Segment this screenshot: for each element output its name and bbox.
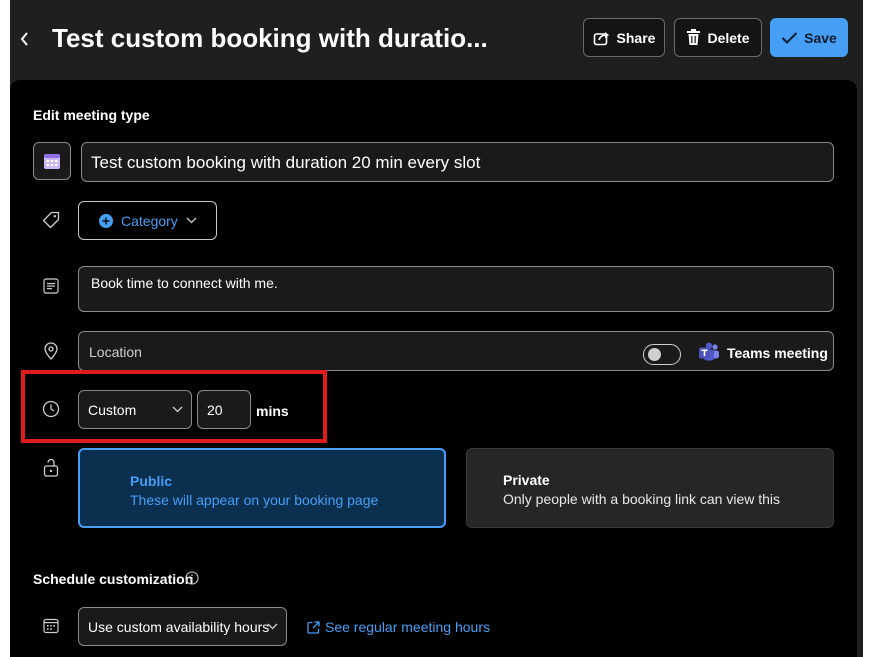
visibility-private-option[interactable]: Private Only people with a booking link … bbox=[466, 448, 834, 528]
app-window: Test custom booking with duratio... Shar… bbox=[10, 0, 863, 657]
trash-icon bbox=[687, 29, 701, 45]
lock-open-icon bbox=[41, 457, 61, 477]
checkmark-icon bbox=[781, 31, 798, 44]
toggle-knob bbox=[648, 348, 661, 361]
private-title: Private bbox=[503, 472, 550, 488]
edit-panel: Edit meeting type Test custom booking wi… bbox=[10, 80, 857, 657]
public-description: These will appear on your booking page bbox=[130, 492, 379, 508]
location-placeholder: Location bbox=[89, 344, 142, 360]
highlight-annotation-box bbox=[21, 370, 327, 443]
text-description-icon bbox=[41, 276, 61, 296]
tag-icon bbox=[41, 210, 61, 230]
description-input[interactable]: Book time to connect with me. bbox=[78, 266, 834, 312]
calendar-icon bbox=[44, 154, 60, 169]
description-value: Book time to connect with me. bbox=[91, 275, 278, 291]
delete-button[interactable]: Delete bbox=[674, 18, 762, 57]
meeting-title-value: Test custom booking with duration 20 min… bbox=[91, 153, 481, 172]
teams-icon bbox=[699, 342, 719, 361]
share-label: Share bbox=[616, 29, 656, 46]
location-input[interactable]: Location Teams meeting bbox=[78, 331, 834, 371]
meeting-icon-picker[interactable] bbox=[33, 142, 71, 180]
regular-meeting-hours-link[interactable]: See regular meeting hours bbox=[307, 619, 490, 635]
delete-label: Delete bbox=[707, 29, 750, 46]
schedule-customization-heading: Schedule customization bbox=[33, 571, 193, 587]
category-label: Category bbox=[121, 212, 178, 229]
share-icon bbox=[593, 31, 609, 45]
chevron-down-icon bbox=[267, 623, 278, 630]
regular-meeting-hours-label: See regular meeting hours bbox=[325, 619, 490, 635]
page-title: Test custom booking with duratio... bbox=[52, 23, 488, 53]
share-button[interactable]: Share bbox=[583, 18, 665, 57]
calendar-grid-icon bbox=[41, 616, 61, 636]
back-button[interactable] bbox=[16, 24, 34, 54]
save-button[interactable]: Save bbox=[770, 18, 848, 57]
availability-dropdown[interactable]: Use custom availability hours bbox=[78, 607, 287, 646]
teams-meeting-label: Teams meeting bbox=[727, 345, 828, 361]
chevron-left-icon bbox=[20, 32, 28, 46]
open-external-icon bbox=[307, 620, 320, 634]
info-icon[interactable] bbox=[185, 571, 199, 585]
header-bar: Test custom booking with duratio... Shar… bbox=[10, 0, 863, 65]
teams-meeting-toggle[interactable] bbox=[643, 344, 681, 365]
save-label: Save bbox=[804, 29, 837, 46]
availability-option: Use custom availability hours bbox=[88, 619, 270, 635]
schedule-customization-label: Schedule customization bbox=[33, 571, 194, 587]
private-description: Only people with a booking link can view… bbox=[503, 491, 781, 507]
edit-meeting-type-heading: Edit meeting type bbox=[33, 107, 150, 123]
public-title: Public bbox=[130, 473, 173, 489]
visibility-public-option[interactable]: Public These will appear on your booking… bbox=[78, 448, 446, 528]
category-dropdown[interactable]: Category bbox=[78, 201, 217, 240]
chevron-down-icon bbox=[186, 217, 197, 224]
meeting-title-input[interactable]: Test custom booking with duration 20 min… bbox=[81, 142, 834, 182]
location-pin-icon bbox=[41, 341, 61, 361]
add-circle-icon bbox=[99, 213, 113, 228]
